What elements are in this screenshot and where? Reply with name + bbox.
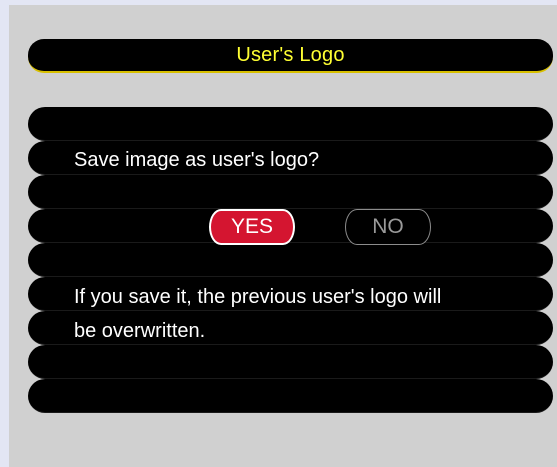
warning-line-1: If you save it, the previous user's logo… [74,286,442,308]
no-button[interactable]: NO [345,209,431,245]
warning-line-2: be overwritten. [74,320,206,342]
save-question: Save image as user's logo? [74,149,320,171]
yes-button[interactable]: YES [209,209,295,245]
dialog-content: Save image as user's logo? YES NO If you… [28,0,553,467]
